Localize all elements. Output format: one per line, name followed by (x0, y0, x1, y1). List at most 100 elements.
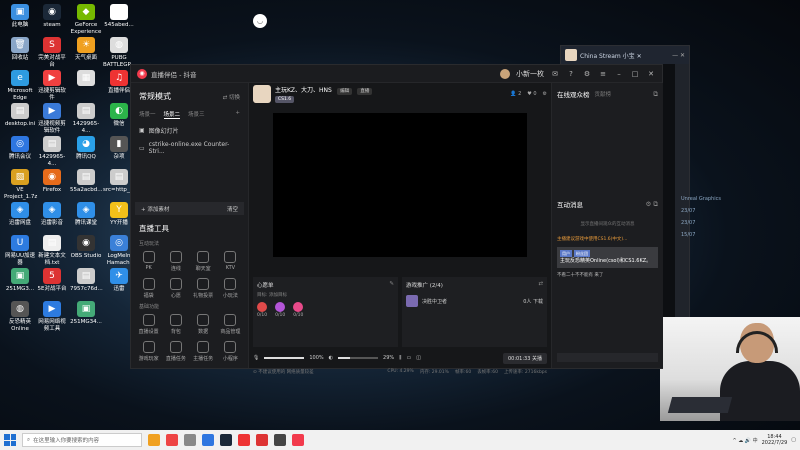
taskbar-app-icon[interactable] (148, 434, 160, 446)
desktop-icon[interactable]: ◉ steam (36, 4, 68, 29)
basic-tool-button[interactable]: 数据 (190, 314, 217, 335)
switch-mode-button[interactable]: ⇄ 切换 (223, 93, 240, 101)
desktop-icon[interactable]: ▣ 此电脑 (4, 4, 36, 29)
basic-tool-button[interactable]: 直播任务 (162, 341, 189, 362)
desktop-icon[interactable]: ▤ 1429965-4... (70, 103, 102, 135)
popout-icon[interactable]: ⧉ (653, 90, 658, 99)
taskbar-app-icon[interactable] (292, 434, 304, 446)
mic-icon[interactable]: 🎙 (253, 355, 259, 361)
windows-start-icon[interactable] (4, 434, 16, 446)
taskbar-app-icon[interactable] (256, 434, 268, 446)
basic-tool-button[interactable]: 小程序 (217, 341, 244, 362)
desktop-icon[interactable]: ▦ (70, 70, 102, 88)
desktop-icon[interactable]: ◎ 腾讯会议 (4, 136, 36, 161)
streamer-name[interactable]: 主玩KZ、大刀、HNS (275, 87, 332, 94)
desktop-icon[interactable]: ▶ 迅捷剪辑软件 (36, 70, 68, 102)
taskbar-app-icon[interactable] (166, 434, 178, 446)
help-icon[interactable]: ? (566, 69, 576, 79)
desktop-icon[interactable]: ▤ 新建文本文档.txt (36, 235, 68, 267)
taskbar-app-icon[interactable] (274, 434, 286, 446)
taskbar-search-input[interactable]: ⌕ 在这里输入你要搜索的内容 (22, 433, 142, 447)
equalizer-icon[interactable]: ⫼ (399, 355, 401, 361)
desktop-icon[interactable]: ◍ 反恐精英 Online (4, 301, 36, 333)
desktop-icon[interactable]: ◆ GeForce Experience (70, 4, 102, 36)
basic-tool-button[interactable]: 直播设置 (135, 314, 162, 335)
speaker-volume-slider[interactable] (338, 357, 379, 359)
desktop-icon[interactable]: ▤ desktop.ini (4, 103, 36, 128)
desktop-icon[interactable]: U 网易UU加速器 (4, 235, 36, 267)
desktop-icon[interactable]: ▣ 251MG3... (4, 268, 36, 293)
interactive-tool-button[interactable]: 小玩法 (217, 278, 244, 299)
desktop-icon[interactable]: S 完美对战平台 (36, 37, 68, 69)
desktop-icon[interactable]: ◈ 迅雷影音 (36, 202, 68, 227)
source-item[interactable]: ▣ 图像幻灯片 (131, 123, 248, 138)
close-button[interactable]: ✕ (646, 69, 656, 79)
desktop-icon[interactable]: ▣ 251MG34... (70, 301, 102, 326)
desktop-icon[interactable]: ▤ 7957c76d... (70, 268, 103, 293)
desktop-icon[interactable]: ▤ 55a2acbd... (70, 169, 103, 194)
speaker-icon[interactable]: ◐ (329, 355, 333, 361)
maximize-button[interactable]: □ (630, 69, 640, 79)
username[interactable]: 小新一枚 (516, 69, 544, 79)
desktop-icon[interactable]: ▤ 1429965-4... (36, 136, 68, 168)
interactive-tool-button[interactable]: PK (135, 251, 162, 272)
taskbar-app-icon[interactable] (184, 434, 196, 446)
clear-sources-button[interactable]: 清空 (227, 205, 238, 213)
tab-scene-1[interactable]: 场景一 (139, 110, 156, 119)
taskbar-app-icon[interactable] (238, 434, 250, 446)
desktop-icon[interactable]: ▶ 迅捷视频剪辑软件 (36, 103, 68, 135)
interactive-tool-button[interactable]: 福袋 (135, 278, 162, 299)
desktop-icon[interactable]: ☀ 天气桌面 (70, 37, 102, 62)
room-tag[interactable]: 直播 (357, 88, 373, 95)
add-source-button[interactable]: + 添加素材 (141, 205, 169, 213)
basic-tool-button[interactable]: 主播任务 (190, 341, 217, 362)
desktop-icon[interactable]: ▶ 网易网络视频工具 (36, 301, 68, 333)
taskbar-app-icon[interactable] (220, 434, 232, 446)
notification-icon[interactable]: ▢ (791, 437, 796, 443)
record-icon[interactable]: ▭ (406, 355, 411, 361)
desktop-icon[interactable]: 🗑 回收站 (4, 37, 36, 62)
taskbar-app-icon[interactable] (202, 434, 214, 446)
basic-tool-button[interactable]: 背包 (162, 314, 189, 335)
menu-icon[interactable]: ≡ (598, 69, 608, 79)
interactive-tool-button[interactable]: 心愿 (162, 278, 189, 299)
minimize-button[interactable]: – (614, 69, 624, 79)
end-stream-button[interactable]: 00:01:33 关播 (502, 352, 547, 364)
desktop-icon[interactable]: ◕ 腾讯QQ (70, 136, 102, 161)
stream-settings-icon[interactable]: ⚙ (543, 91, 547, 97)
edit-icon[interactable]: ✎ (389, 281, 394, 289)
tab-scene-2[interactable]: 场景二 (163, 110, 181, 119)
desktop-icon[interactable]: ◈ 腾讯课堂 (70, 202, 102, 227)
interactive-tool-button[interactable]: KTV (217, 251, 244, 272)
interactive-tool-button[interactable]: 聊天室 (190, 251, 217, 272)
desktop-icon[interactable]: ◉ Firefox (36, 169, 68, 194)
chat-input[interactable] (557, 353, 658, 362)
basic-tool-button[interactable]: 游戏玩家 (135, 341, 162, 362)
interactive-tool-button[interactable]: 连线 (162, 251, 189, 272)
camera-icon[interactable]: ◫ (416, 355, 421, 361)
mic-volume-slider[interactable] (264, 357, 305, 359)
tab-online-viewers[interactable]: 在线观众榜 (557, 89, 590, 99)
desktop-icon[interactable]: ▧ VE Project_1.7z (4, 169, 37, 201)
interactive-tool-button[interactable]: 礼物投票 (190, 278, 217, 299)
add-scene-icon[interactable]: + (235, 110, 240, 119)
china-stream-titlebar[interactable]: China Stream 小宝 ✕ — ✕ (561, 46, 689, 64)
desktop-icon[interactable]: ◉ OBS Studio (70, 235, 102, 260)
basic-tool-button[interactable]: 商品管理 (217, 314, 244, 335)
user-avatar[interactable] (500, 68, 510, 79)
swap-icon[interactable]: ⇄ (538, 281, 543, 289)
edit-tag-button[interactable]: 编辑 (337, 88, 353, 95)
chat-settings-icon[interactable]: ⚙ ⧉ (645, 200, 658, 209)
mail-icon[interactable]: ✉ (550, 69, 560, 79)
settings-icon[interactable]: ⚙ (582, 69, 592, 79)
desktop-icon[interactable]: 5 5E对战平台 (36, 268, 68, 293)
tray-icons[interactable]: ^ ☁ 🔊 中 (732, 437, 757, 444)
desktop-icon[interactable]: e Microsoft Edge (4, 70, 36, 102)
china-stream-controls[interactable]: — ✕ (672, 52, 685, 59)
desktop-icon[interactable]: ◈ 迅雷网盘 (4, 202, 36, 227)
clock[interactable]: 18:44 2022/7/29 (762, 434, 788, 446)
source-item[interactable]: ▭ cstrike-online.exe Counter-Stri... (131, 138, 248, 158)
tab-contribution[interactable]: 贡献榜 (595, 90, 612, 98)
desktop-icon[interactable]: ▤ 545abed... (103, 4, 135, 29)
stream-preview[interactable] (273, 113, 527, 257)
